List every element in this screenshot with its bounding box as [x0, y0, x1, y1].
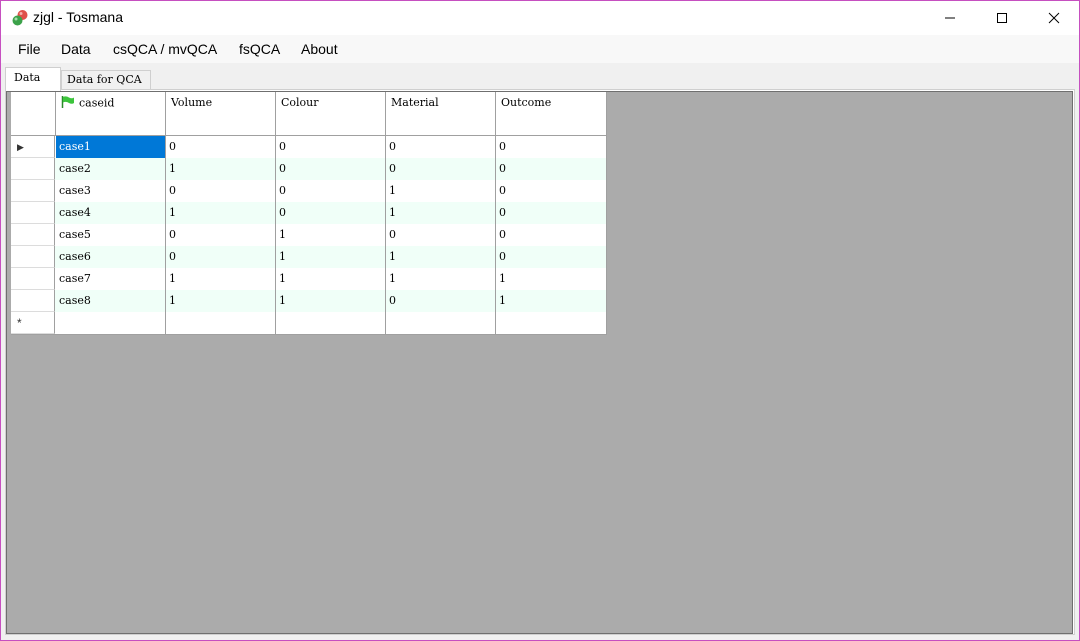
cell-colour[interactable]: 0 [276, 202, 386, 224]
cell-outcome[interactable]: 0 [496, 180, 607, 202]
cell-outcome[interactable]: 1 [496, 290, 607, 312]
cell-material[interactable]: 1 [386, 202, 496, 224]
cell-colour[interactable]: 1 [276, 246, 386, 268]
cell-caseid[interactable]: case6 [56, 246, 166, 268]
cell-outcome[interactable]: 0 [496, 158, 607, 180]
row-header-corner[interactable] [11, 92, 56, 135]
cell-caseid[interactable]: case7 [56, 268, 166, 290]
grid-header-row: caseid Volume Colour Material Outcome [11, 92, 607, 136]
column-header-colour[interactable]: Colour [276, 92, 386, 135]
close-icon [1048, 12, 1060, 24]
cell-colour[interactable]: 1 [276, 268, 386, 290]
cell-outcome[interactable]: 0 [496, 136, 607, 158]
cell-volume[interactable]: 1 [166, 158, 276, 180]
row-header[interactable] [11, 224, 55, 246]
row-header[interactable]: ▶ [11, 136, 55, 158]
cell-caseid[interactable]: case8 [56, 290, 166, 312]
table-row[interactable]: case5 0 1 0 0 [11, 224, 607, 246]
cell-material[interactable]: 0 [386, 224, 496, 246]
current-row-indicator-icon: ▶ [17, 142, 24, 152]
menu-csqca-mvqca[interactable]: csQCA / mvQCA [113, 35, 217, 63]
cell-material[interactable]: 0 [386, 158, 496, 180]
cell-caseid[interactable]: case3 [56, 180, 166, 202]
cell-colour[interactable]: 0 [276, 180, 386, 202]
cell-colour[interactable]: 1 [276, 224, 386, 246]
cell-volume[interactable]: 1 [166, 290, 276, 312]
row-header[interactable] [11, 246, 55, 268]
close-button[interactable] [1029, 1, 1079, 35]
cell-volume[interactable]: 1 [166, 202, 276, 224]
cell-material[interactable] [386, 312, 496, 334]
tosmana-app-icon [11, 9, 29, 27]
table-row[interactable]: case3 0 0 1 0 [11, 180, 607, 202]
row-header[interactable] [11, 268, 55, 290]
new-row[interactable]: * [11, 312, 607, 334]
cell-volume[interactable]: 0 [166, 180, 276, 202]
cell-material[interactable]: 0 [386, 136, 496, 158]
cell-volume[interactable]: 1 [166, 268, 276, 290]
row-header[interactable] [11, 202, 55, 224]
row-header[interactable]: * [11, 312, 55, 334]
cell-material[interactable]: 1 [386, 268, 496, 290]
cell-volume[interactable] [166, 312, 276, 334]
grid-bottom-border [11, 334, 607, 335]
cell-volume[interactable]: 0 [166, 246, 276, 268]
minimize-icon [945, 17, 955, 19]
minimize-button[interactable] [925, 1, 975, 35]
menu-file[interactable]: File [18, 35, 41, 63]
tab-data[interactable]: Data [5, 67, 61, 91]
cell-caseid[interactable]: case2 [56, 158, 166, 180]
table-row[interactable]: case7 1 1 1 1 [11, 268, 607, 290]
cell-outcome[interactable]: 0 [496, 224, 607, 246]
menu-data[interactable]: Data [61, 35, 91, 63]
cell-caseid[interactable] [56, 312, 166, 334]
table-row[interactable]: case2 1 0 0 0 [11, 158, 607, 180]
maximize-button[interactable] [977, 1, 1027, 35]
cell-outcome[interactable]: 0 [496, 246, 607, 268]
column-header-caseid[interactable]: caseid [56, 92, 166, 135]
cell-colour[interactable]: 0 [276, 158, 386, 180]
cell-colour[interactable]: 1 [276, 290, 386, 312]
flag-icon [61, 96, 75, 111]
window-title: zjgl - Tosmana [33, 9, 124, 25]
row-header[interactable] [11, 180, 55, 202]
cell-outcome[interactable]: 1 [496, 268, 607, 290]
cell-volume[interactable]: 0 [166, 224, 276, 246]
status-bar [1, 635, 1079, 640]
table-row[interactable]: case8 1 1 0 1 [11, 290, 607, 312]
new-row-indicator-icon: * [17, 316, 22, 330]
column-header-outcome[interactable]: Outcome [496, 92, 607, 135]
menu-fsqca[interactable]: fsQCA [239, 35, 280, 63]
table-row[interactable]: ▶ case1 0 0 0 0 [11, 136, 607, 158]
cell-volume[interactable]: 0 [166, 136, 276, 158]
row-header[interactable] [11, 158, 55, 180]
cell-material[interactable]: 1 [386, 180, 496, 202]
tab-strip: Data Data for QCA [1, 63, 1079, 91]
column-header-label: caseid [79, 96, 115, 110]
maximize-icon [997, 13, 1007, 23]
cell-caseid[interactable]: case4 [56, 202, 166, 224]
cell-colour[interactable] [276, 312, 386, 334]
cell-outcome[interactable]: 0 [496, 202, 607, 224]
column-header-material[interactable]: Material [386, 92, 496, 135]
cell-colour[interactable]: 0 [276, 136, 386, 158]
column-header-volume[interactable]: Volume [166, 92, 276, 135]
tab-data-for-qca[interactable]: Data for QCA [61, 70, 151, 89]
table-row[interactable]: case4 1 0 1 0 [11, 202, 607, 224]
table-row[interactable]: case6 0 1 1 0 [11, 246, 607, 268]
cell-outcome[interactable] [496, 312, 607, 334]
menu-bar: File Data csQCA / mvQCA fsQCA About [1, 35, 1079, 63]
app-window: zjgl - Tosmana File Data csQCA / mvQCA f… [0, 0, 1080, 641]
cell-material[interactable]: 0 [386, 290, 496, 312]
menu-about[interactable]: About [301, 35, 338, 63]
title-bar: zjgl - Tosmana [1, 1, 1079, 35]
cell-caseid[interactable]: case1 [56, 136, 166, 158]
row-header[interactable] [11, 290, 55, 312]
cell-caseid[interactable]: case5 [56, 224, 166, 246]
cell-material[interactable]: 1 [386, 246, 496, 268]
